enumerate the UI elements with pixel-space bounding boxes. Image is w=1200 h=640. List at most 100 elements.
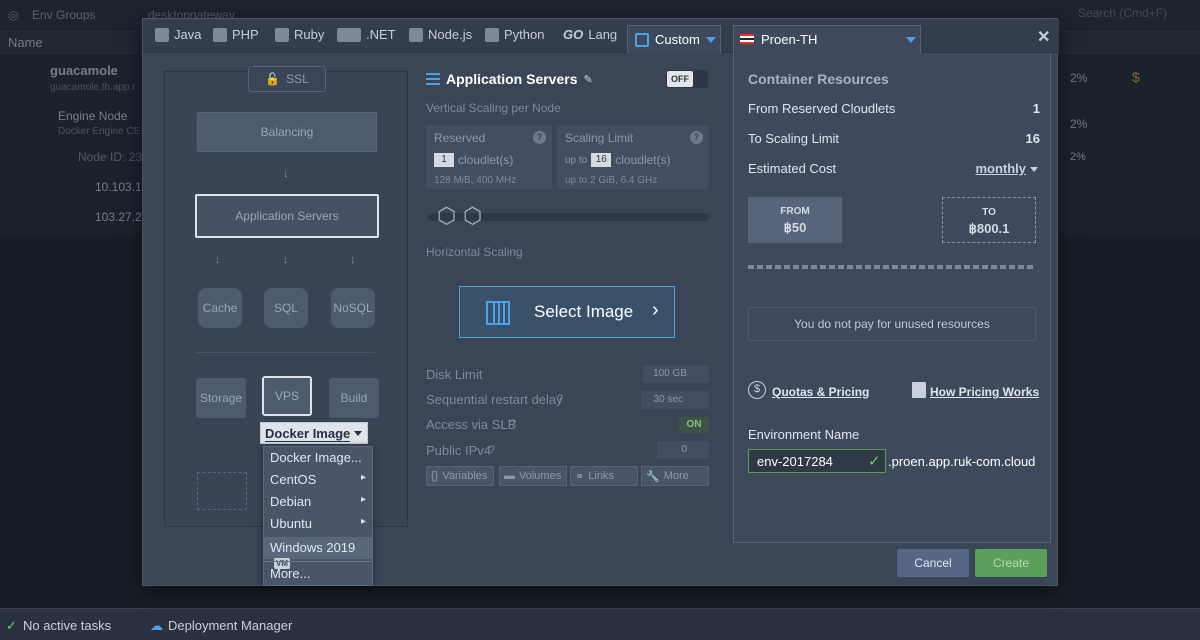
python-icon — [485, 27, 499, 42]
dollar-icon: $ — [748, 381, 766, 399]
price-from: FROM ฿50 — [748, 197, 842, 243]
select-image-button[interactable]: Select Image › — [459, 286, 675, 338]
lock-icon: 🔓 — [265, 72, 281, 86]
help-icon[interactable]: ? — [489, 444, 495, 456]
pencil-icon[interactable]: ✎ — [584, 73, 593, 86]
section-title: Application Servers ✎ — [426, 71, 593, 87]
slb-toggle[interactable]: ON — [679, 417, 709, 433]
links-button[interactable]: ⚭ Links — [570, 466, 638, 486]
variables-button[interactable]: {} Variables — [426, 466, 494, 486]
menu-item-debian[interactable]: Debian ▸ — [264, 491, 372, 513]
add-node-placeholder[interactable] — [197, 472, 247, 510]
cache-node[interactable]: Cache — [198, 288, 242, 328]
chevron-right-icon: › — [652, 299, 659, 321]
env-name-input[interactable]: env-2017284 — [748, 449, 886, 473]
close-icon[interactable]: ✕ — [1037, 27, 1050, 47]
arrow-down-icon: ↓ — [283, 168, 289, 180]
tab-go[interactable]: GO Lang — [563, 27, 617, 42]
menu-item-docker-image[interactable]: Docker Image... — [264, 447, 372, 469]
tab-java[interactable]: Java — [155, 27, 201, 42]
slider-handle-limit[interactable]: ⬡ — [463, 205, 485, 227]
tasks-status: No active tasks — [23, 618, 112, 633]
container-icon — [486, 301, 510, 325]
menu-item-ubuntu[interactable]: Ubuntu ▸ — [264, 513, 372, 535]
horizontal-scaling-label: Horizontal Scaling — [426, 245, 523, 259]
how-pricing-works-link[interactable]: How Pricing Works — [930, 385, 1039, 399]
reserved-input[interactable]: 1 — [434, 153, 454, 167]
more-button[interactable]: 🔧 More — [641, 466, 709, 486]
nosql-node[interactable]: NoSQL — [331, 288, 375, 328]
menu-item-centos[interactable]: CentOS ▸ — [264, 469, 372, 491]
tab-nodejs[interactable]: Node.js — [409, 27, 472, 42]
check-icon: ✓ — [868, 453, 881, 470]
vertical-scaling-label: Vertical Scaling per Node — [426, 101, 561, 115]
help-icon[interactable]: ? — [557, 393, 563, 405]
sql-node[interactable]: SQL — [264, 288, 308, 328]
region-selector[interactable]: Proen-TH — [733, 25, 921, 53]
cancel-button[interactable]: Cancel — [897, 549, 969, 577]
thailand-flag-icon — [740, 34, 754, 44]
disk-limit-input[interactable]: 100 GB — [643, 365, 709, 383]
app-servers-node[interactable]: Application Servers — [195, 194, 379, 238]
nodejs-icon — [409, 27, 423, 42]
unused-note: You do not pay for unused resources — [748, 307, 1036, 341]
tab-ruby[interactable]: Ruby — [275, 27, 324, 42]
restart-delay-input[interactable]: 30 sec — [641, 391, 709, 409]
autoscale-toggle[interactable]: OFF — [666, 70, 708, 88]
ruby-icon — [275, 27, 289, 42]
env-domain-suffix: .proen.app.ruk-com.cloud — [888, 454, 1036, 469]
ipv4-input[interactable]: 0 — [657, 441, 709, 459]
price-range-bar — [748, 265, 1036, 269]
estimated-cost-row: Estimated Cost monthly — [748, 161, 1038, 176]
tab-dotnet[interactable]: .NET — [337, 27, 396, 42]
tab-python[interactable]: Python — [485, 27, 544, 42]
create-button[interactable]: Create — [975, 549, 1047, 577]
resources-title: Container Resources — [748, 71, 889, 87]
vps-node[interactable]: VPS — [262, 376, 312, 416]
ssl-toggle[interactable]: 🔓 SSL — [248, 66, 326, 92]
reserved-row: From Reserved Cloudlets 1 — [748, 101, 1040, 116]
slider-handle-reserved[interactable]: ⬡ — [437, 205, 459, 227]
docker-image-menu: Docker Image... CentOS ▸ Debian ▸ Ubuntu ▸ … — [263, 446, 373, 586]
menu-item-windows-2019[interactable]: Windows 2019VM — [264, 537, 372, 570]
docker-image-select[interactable]: Docker Image — [260, 422, 368, 444]
ipv4-label: Public IPv4 — [426, 443, 492, 458]
menu-divider — [264, 561, 372, 562]
cloud-icon: ☁ — [150, 618, 163, 633]
php-icon — [213, 27, 227, 42]
chevron-right-icon: ▸ — [360, 494, 366, 505]
quotas-pricing-link[interactable]: Quotas & Pricing — [772, 385, 869, 399]
scaling-limit-input[interactable]: 16 — [591, 153, 612, 167]
storage-node[interactable]: Storage — [196, 378, 246, 418]
env-name-label: Environment Name — [748, 427, 860, 442]
chevron-down-icon[interactable] — [706, 37, 716, 43]
link-icon: ⚭ — [575, 470, 585, 483]
engine-tabs: Java PHP Ruby .NET Node.js Python GO Lang — [143, 19, 1059, 53]
arrow-down-icon: ↓ — [350, 254, 356, 266]
period-selector[interactable]: monthly — [975, 161, 1038, 176]
slb-label: Access via SLB — [426, 417, 517, 432]
tab-custom[interactable]: Custom — [627, 25, 721, 53]
chevron-right-icon: ▸ — [360, 516, 366, 527]
chevron-down-icon — [354, 431, 362, 436]
help-icon[interactable]: ? — [533, 131, 546, 144]
restart-delay-label: Sequential restart delay — [426, 392, 563, 407]
build-node[interactable]: Build — [329, 378, 379, 418]
chevron-down-icon — [906, 37, 916, 43]
braces-icon: {} — [431, 470, 439, 482]
scaling-limit-card: Scaling Limit ? up to 16 cloudlet(s) up to… — [557, 125, 709, 189]
tab-php[interactable]: PHP — [213, 27, 259, 42]
menu-item-more[interactable]: More... — [264, 563, 372, 585]
help-icon[interactable]: ? — [690, 131, 703, 144]
reserved-card: Reserved ? 1 cloudlet(s) 128 MiB, 400 MHz — [426, 125, 552, 189]
divider — [197, 352, 375, 353]
help-icon[interactable]: ? — [510, 418, 516, 430]
disk-limit-label: Disk Limit — [426, 367, 483, 382]
container-icon — [635, 33, 649, 47]
go-icon: GO — [563, 27, 584, 42]
balancing-node[interactable]: Balancing — [197, 112, 377, 152]
resources-panel: Container Resources From Reserved Cloudl… — [733, 53, 1051, 543]
chevron-right-icon: ▸ — [360, 472, 366, 483]
volumes-button[interactable]: ▬ Volumes — [499, 466, 567, 486]
deployment-manager-button[interactable]: Deployment Manager — [168, 618, 292, 633]
